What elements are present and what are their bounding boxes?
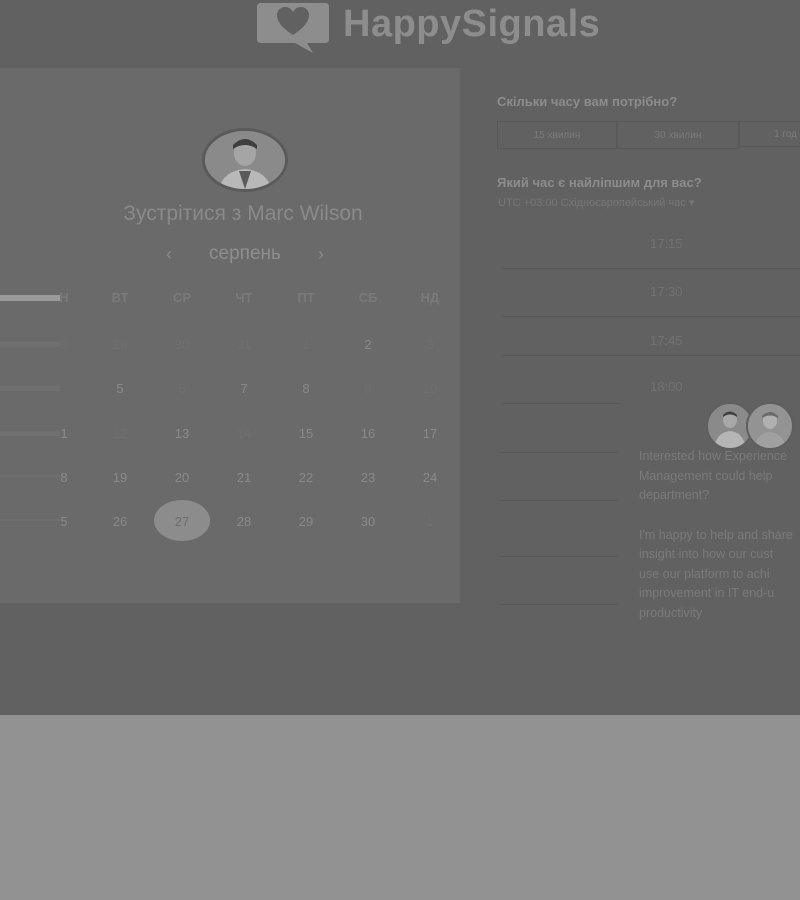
row-placeholder	[0, 386, 60, 391]
message-line: Interested how Experience	[639, 449, 788, 463]
month-navigator: ‹ серпень ›	[160, 240, 330, 268]
calendar-day[interactable]: 29	[286, 514, 326, 529]
calendar-day-selected[interactable]: 27	[162, 514, 202, 529]
calendar-day[interactable]: 7	[224, 381, 264, 396]
calendar-day[interactable]: 24	[410, 470, 450, 485]
calendar-day[interactable]: 5	[100, 381, 140, 396]
duration-label: Скільки часу вам потрібно?	[497, 94, 678, 109]
calendar-day[interactable]: 9	[348, 381, 388, 396]
calendar-day[interactable]: 8	[44, 470, 84, 485]
calendar-day[interactable]: 1	[44, 426, 84, 441]
time-slot[interactable]: 17:30	[650, 284, 683, 299]
message-line: I'm happy to help and share	[639, 528, 793, 542]
heart-bubble-icon	[257, 3, 329, 53]
person-icon	[748, 404, 792, 448]
weekday-header: СР	[172, 290, 192, 305]
calendar-day[interactable]: 29	[100, 337, 140, 352]
calendar-day[interactable]: 19	[100, 470, 140, 485]
calendar-day[interactable]: 17	[410, 426, 450, 441]
weekday-header: ВТ	[111, 290, 129, 305]
message-line: insight into how our cust	[639, 547, 774, 561]
calendar-day[interactable]: 15	[286, 426, 326, 441]
time-slot[interactable]: 18:00	[650, 379, 683, 394]
weekday-header: Н	[59, 290, 69, 305]
calendar-day[interactable]: 26	[100, 514, 140, 529]
calendar-day[interactable]: 22	[286, 470, 326, 485]
host-avatar	[202, 128, 288, 192]
placeholder-line	[500, 452, 618, 453]
calendar-day[interactable]: 14	[224, 426, 264, 441]
calendar-day[interactable]: 23	[348, 470, 388, 485]
duration-option-30[interactable]: 30 хвилин	[617, 121, 739, 149]
calendar-day[interactable]: 10	[410, 381, 450, 396]
time-label: Який час є найліпшим для вас?	[497, 175, 702, 190]
calendar-day[interactable]: 12	[100, 426, 140, 441]
calendar-day[interactable]: 6	[162, 381, 202, 396]
team-member-avatar	[746, 402, 794, 450]
meeting-title: Зустрітися з Marc Wilson	[123, 202, 363, 225]
calendar-day[interactable]: 16	[348, 426, 388, 441]
weekday-header: НД	[420, 290, 440, 305]
timezone-selector[interactable]: UTC +03:00 Східноєвропейський час ▾	[498, 196, 694, 209]
calendar-day[interactable]: 8	[286, 381, 326, 396]
calendar-day[interactable]: 21	[224, 470, 264, 485]
time-slot[interactable]: 17:45	[650, 333, 683, 348]
calendar-day[interactable]: 8	[44, 337, 84, 352]
message-line: improvement in IT end-u	[639, 586, 775, 600]
calendar-day[interactable]: 28	[224, 514, 264, 529]
calendar-day[interactable]: 31	[224, 337, 264, 352]
slot-divider	[502, 316, 800, 317]
placeholder-line	[500, 604, 618, 605]
month-label: серпень	[209, 243, 281, 264]
calendar-day[interactable]: 30	[348, 514, 388, 529]
time-slot[interactable]: 17:15	[650, 236, 683, 251]
message-line: use our platform to achi	[639, 567, 770, 581]
prev-month-button[interactable]: ‹	[160, 244, 178, 265]
message-line: productivity	[639, 606, 703, 620]
placeholder-line	[500, 500, 618, 501]
slot-divider	[502, 403, 620, 404]
calendar-day[interactable]: 13	[162, 426, 202, 441]
placeholder-line	[500, 556, 618, 557]
duration-option-60[interactable]: 1 год	[739, 121, 800, 147]
calendar-day[interactable]: 3	[410, 337, 450, 352]
calendar-day[interactable]: 20	[162, 470, 202, 485]
slot-divider	[502, 268, 800, 269]
person-icon	[205, 131, 285, 189]
brand-name: HappySignals	[343, 2, 601, 45]
calendar-day[interactable]: 1	[410, 514, 450, 529]
weekday-header: ЧТ	[235, 290, 253, 305]
duration-option-15[interactable]: 15 хвилин	[497, 121, 617, 149]
brand-logo: HappySignals	[255, 0, 600, 60]
footer-area	[0, 715, 800, 900]
message-line: Management could help	[639, 469, 773, 483]
slot-divider	[502, 355, 800, 356]
page-backdrop: HappySignals Зустрітися з Marc Wilson ‹ …	[0, 0, 800, 715]
weekday-header: СБ	[358, 290, 378, 305]
calendar-day[interactable]: 5	[44, 514, 84, 529]
calendar-day[interactable]: 1	[286, 337, 326, 352]
message-line: department?	[639, 488, 710, 502]
calendar-day[interactable]: 2	[348, 337, 388, 352]
weekday-header: ПТ	[297, 290, 315, 305]
team-avatars	[706, 402, 800, 450]
calendar-day[interactable]: 30	[162, 337, 202, 352]
next-month-button[interactable]: ›	[312, 244, 330, 265]
